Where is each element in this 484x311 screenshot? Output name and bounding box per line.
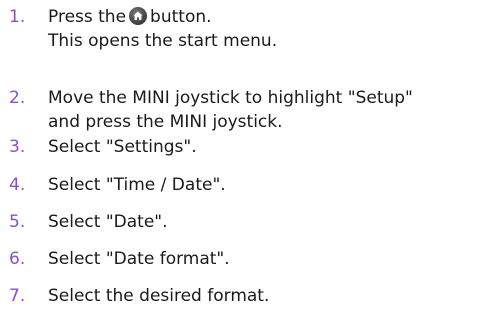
step-number: 3. <box>9 137 26 157</box>
step-text: Press the button. This opens the start me… <box>48 5 478 53</box>
step-text: Select "Time / Date". <box>48 173 478 197</box>
step-text-before-icon: Press the <box>48 7 127 27</box>
step-line: Select "Settings". <box>48 137 197 157</box>
step-line: and press the MINI joystick. <box>48 112 283 132</box>
step-line: Select "Date format". <box>48 249 230 269</box>
step-line: Select "Date". <box>48 212 168 232</box>
step-number: 2. <box>9 88 26 108</box>
step-text: Select "Date". <box>48 210 478 234</box>
step-text: Select "Date format". <box>48 247 478 271</box>
step-line: Press the button. <box>48 5 478 29</box>
step-number: 1. <box>9 7 26 27</box>
step-line: Select the desired format. <box>48 286 270 306</box>
step-line: This opens the start menu. <box>48 31 278 51</box>
step-line: Move the MINI joystick to highlight "Set… <box>48 88 413 108</box>
step-number: 6. <box>9 249 26 269</box>
step-text: Move the MINI joystick to highlight "Set… <box>48 86 478 134</box>
step-number: 4. <box>9 175 26 195</box>
step-text: Select "Settings". <box>48 135 478 159</box>
step-line: Select "Time / Date". <box>48 175 226 195</box>
step-text: Select the desired format. <box>48 284 478 308</box>
step-text-after-icon: button. <box>150 7 212 27</box>
step-number: 5. <box>9 212 26 232</box>
step-number: 7. <box>9 286 26 306</box>
home-button-icon <box>129 7 148 25</box>
